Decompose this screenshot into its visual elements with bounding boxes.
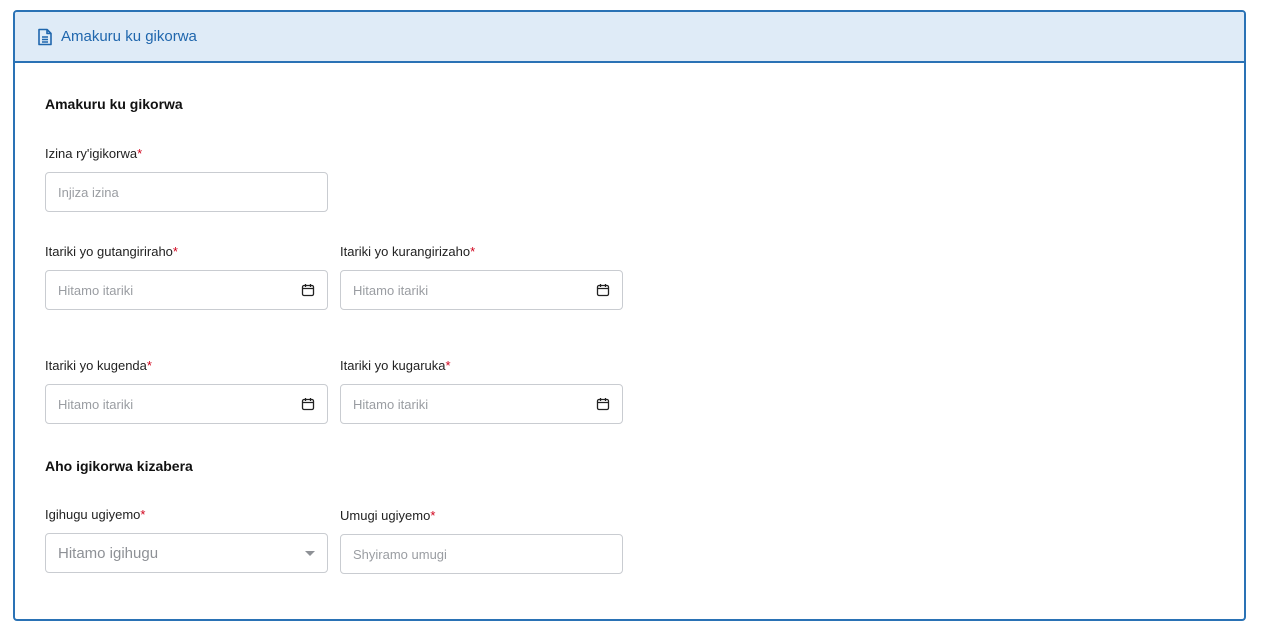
country-label: Igihugu ugiyemo* bbox=[45, 507, 146, 522]
chevron-down-icon[interactable] bbox=[305, 550, 315, 556]
document-icon bbox=[37, 28, 53, 46]
country-placeholder: Hitamo igihugu bbox=[58, 544, 159, 562]
event-name-input[interactable]: Injiza izina bbox=[45, 172, 328, 212]
registration-start-placeholder: Hitamo itariki bbox=[58, 282, 134, 298]
departure-date-placeholder: Hitamo itariki bbox=[58, 396, 134, 412]
city-placeholder: Shyiramo umugi bbox=[353, 546, 447, 562]
section-title-event-info: Amakuru ku gikorwa bbox=[45, 96, 183, 112]
departure-date-picker[interactable]: Hitamo itariki bbox=[45, 384, 328, 424]
calendar-icon[interactable] bbox=[301, 397, 315, 411]
return-date-placeholder: Hitamo itariki bbox=[353, 396, 429, 412]
event-info-card: Amakuru ku gikorwa bbox=[13, 10, 1246, 621]
required-mark: * bbox=[140, 507, 146, 522]
required-mark: * bbox=[445, 358, 451, 373]
registration-start-date-picker[interactable]: Hitamo itariki bbox=[45, 270, 328, 310]
calendar-icon[interactable] bbox=[596, 397, 610, 411]
registration-end-label: Itariki yo kurangirizaho* bbox=[340, 244, 476, 259]
calendar-icon[interactable] bbox=[596, 283, 610, 297]
city-input[interactable]: Shyiramo umugi bbox=[340, 534, 623, 574]
departure-date-label: Itariki yo kugenda* bbox=[45, 358, 152, 373]
required-mark: * bbox=[470, 244, 476, 259]
registration-end-date-picker[interactable]: Hitamo itariki bbox=[340, 270, 623, 310]
registration-end-placeholder: Hitamo itariki bbox=[353, 282, 429, 298]
required-mark: * bbox=[137, 146, 143, 161]
calendar-icon[interactable] bbox=[301, 283, 315, 297]
return-date-label: Itariki yo kugaruka* bbox=[340, 358, 451, 373]
city-label: Umugi ugiyemo* bbox=[340, 508, 436, 523]
required-mark: * bbox=[172, 244, 178, 259]
event-name-placeholder: Injiza izina bbox=[58, 184, 119, 200]
card-header: Amakuru ku gikorwa bbox=[15, 12, 1244, 63]
section-title-location: Aho igikorwa kizabera bbox=[45, 458, 193, 474]
event-name-label: Izina ry'igikorwa* bbox=[45, 146, 143, 161]
card-title: Amakuru ku gikorwa bbox=[61, 28, 197, 45]
required-mark: * bbox=[146, 358, 152, 373]
registration-start-label: Itariki yo gutangiriraho* bbox=[45, 244, 178, 259]
required-mark: * bbox=[430, 508, 436, 523]
country-select[interactable]: Hitamo igihugu bbox=[45, 533, 328, 573]
return-date-picker[interactable]: Hitamo itariki bbox=[340, 384, 623, 424]
